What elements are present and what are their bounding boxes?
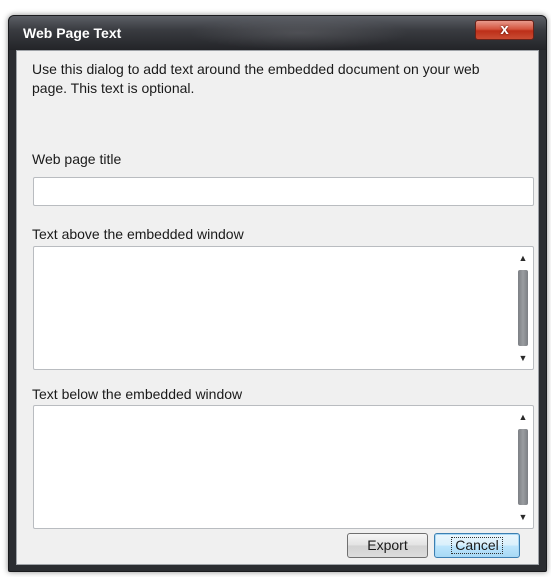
dialog-titlebar[interactable]: Web Page Text x	[9, 16, 546, 50]
arrow-down-icon[interactable]: ▼	[516, 351, 530, 365]
text-below-scrollbar[interactable]: ▲ ▼	[516, 409, 530, 525]
text-below-label: Text below the embedded window	[32, 386, 243, 402]
cancel-button[interactable]: Cancel	[434, 533, 520, 558]
text-above-scrollbar[interactable]: ▲ ▼	[516, 250, 530, 366]
text-below-textarea[interactable]: ▲ ▼	[33, 405, 534, 529]
text-above-textarea[interactable]: ▲ ▼	[33, 246, 534, 370]
close-icon: x	[500, 21, 509, 38]
web-page-text-dialog: Web Page Text x Use this dialog to add t…	[8, 15, 547, 572]
scroll-thumb[interactable]	[518, 270, 528, 346]
text-above-label: Text above the embedded window	[32, 226, 244, 242]
scroll-thumb[interactable]	[518, 429, 528, 505]
dialog-body: Use this dialog to add text around the e…	[16, 50, 539, 565]
intro-text: Use this dialog to add text around the e…	[32, 61, 480, 96]
arrow-up-icon[interactable]: ▲	[516, 410, 530, 424]
dialog-title: Web Page Text	[23, 25, 122, 41]
arrow-down-icon[interactable]: ▼	[516, 510, 530, 524]
web-page-title-label: Web page title	[32, 151, 122, 167]
web-page-title-input[interactable]	[33, 177, 534, 206]
cancel-button-label: Cancel	[451, 537, 503, 554]
close-button[interactable]: x	[475, 20, 534, 40]
export-button[interactable]: Export	[347, 533, 428, 558]
arrow-up-icon[interactable]: ▲	[516, 251, 530, 265]
